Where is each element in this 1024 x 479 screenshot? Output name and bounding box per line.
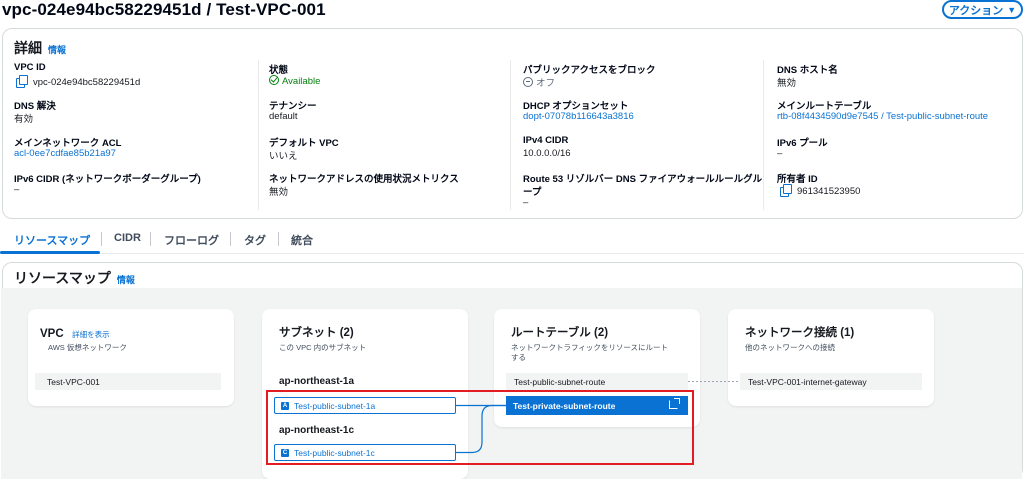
column-divider — [258, 60, 259, 210]
highlight-box — [266, 390, 694, 465]
route53-resolver-dns-firewall-value: – — [523, 197, 529, 208]
main-network-acl-label: メインネットワーク ACL — [14, 138, 122, 149]
vpc-id-value: vpc-024e94bc58229451d — [16, 75, 140, 88]
copy-icon[interactable] — [780, 184, 792, 197]
network-connections-column-title: ネットワーク接続 (1) — [745, 327, 855, 339]
network-address-usage-metrics-label: ネットワークアドレスの使用状況メトリクス — [269, 174, 459, 185]
actions-button-label: アクション — [948, 4, 1004, 17]
network-connections-column-subtitle: 他のネットワークへの接続 — [745, 343, 835, 352]
tab-separator — [230, 232, 231, 246]
copy-icon[interactable] — [16, 75, 28, 88]
page-title: vpc-024e94bc58229451d / Test-VPC-001 — [2, 0, 326, 19]
vpc-item[interactable]: Test-VPC-001 — [35, 373, 221, 390]
ipv4-cidr-value: 10.0.0.0/16 — [523, 148, 571, 159]
dns-resolution-label: DNS 解決 — [14, 101, 56, 112]
main-network-acl-link[interactable]: acl-0ee7cdfae85b21a97 — [14, 148, 116, 159]
internet-gateway-item[interactable]: Test-VPC-001-internet-gateway — [740, 373, 922, 390]
details-panel — [2, 28, 1023, 219]
owner-id-label: 所有者 ID — [777, 174, 818, 185]
block-public-access-text: オフ — [536, 78, 556, 89]
subnets-column-title: サブネット (2) — [279, 327, 354, 339]
dhcp-option-set-link[interactable]: dopt-07078b116643a3816 — [523, 111, 634, 122]
check-circle-icon — [269, 75, 279, 85]
subnets-column-subtitle: この VPC 内のサブネット — [279, 343, 367, 352]
tab-tags[interactable]: タグ — [244, 232, 266, 248]
dns-hostnames-label: DNS ホスト名 — [777, 65, 838, 76]
vpc-details-link[interactable]: 詳細を表示 — [72, 330, 110, 339]
minus-circle-icon — [523, 77, 533, 87]
route-tables-column-subtitle-cont: する — [511, 353, 526, 362]
vpc-id-label: VPC ID — [14, 62, 46, 73]
vpc-column-title: VPC — [40, 328, 64, 340]
caret-down-icon: ▼ — [1007, 4, 1017, 15]
tenancy-label: テナンシー — [269, 101, 317, 112]
tenancy-value: default — [269, 111, 298, 122]
details-title: 詳細 — [14, 40, 42, 56]
state-label: 状態 — [269, 65, 289, 76]
ipv6-pool-value: – — [777, 148, 783, 159]
tab-cidr[interactable]: CIDR — [114, 232, 141, 244]
dns-hostnames-value: 無効 — [777, 78, 797, 89]
state-value: Available — [269, 75, 320, 87]
route-tables-column-subtitle: ネットワークトラフィックをリソースにルート — [511, 343, 668, 352]
ipv6-cidr-label: IPv6 CIDR (ネットワークボーダーグループ) — [14, 174, 201, 185]
details-header: 詳細 情報 — [14, 38, 66, 58]
actions-button[interactable]: アクション ▼ — [942, 0, 1023, 19]
dns-resolution-value: 有効 — [14, 114, 34, 125]
tab-separator — [278, 232, 279, 246]
column-divider — [510, 60, 511, 210]
route-tables-column-title: ルートテーブル (2) — [511, 327, 609, 339]
tab-separator — [150, 232, 151, 246]
route53-resolver-dns-firewall-label-cont: ープ — [523, 187, 542, 198]
active-tab-indicator — [0, 251, 100, 254]
network-address-usage-metrics-value: 無効 — [269, 187, 289, 198]
block-public-access-value: オフ — [523, 75, 555, 89]
owner-id-text: 961341523950 — [797, 186, 861, 197]
tab-separator — [101, 232, 102, 246]
route-table-item-public[interactable]: Test-public-subnet-route — [506, 373, 688, 390]
tab-flow-logs[interactable]: フローログ — [164, 232, 219, 248]
default-vpc-label: デフォルト VPC — [269, 138, 339, 149]
route53-resolver-dns-firewall-label: Route 53 リゾルバー DNS ファイアウォールルールグル — [523, 174, 763, 185]
default-vpc-value: いいえ — [269, 151, 298, 162]
tabs-divider — [0, 253, 1024, 254]
block-public-access-label: パブリックアクセスをブロック — [523, 65, 656, 76]
main-route-table-link[interactable]: rtb-08f4434590d9e7545 / Test-public-subn… — [777, 111, 988, 122]
owner-id-value: 961341523950 — [780, 184, 860, 197]
state-text: Available — [282, 76, 321, 87]
resource-map-title: リソースマップ — [14, 270, 111, 286]
vpc-id-text: vpc-024e94bc58229451d — [33, 77, 141, 88]
tab-resource-map[interactable]: リソースマップ — [14, 232, 90, 248]
vpc-column-subtitle: AWS 仮想ネットワーク — [48, 343, 127, 352]
dhcp-option-set-label: DHCP オプションセット — [523, 101, 629, 112]
vpc-column-header: VPC 詳細を表示 — [40, 324, 110, 342]
tab-integrations[interactable]: 統合 — [291, 232, 313, 248]
details-info-link[interactable]: 情報 — [48, 45, 66, 55]
resource-map-header: リソースマップ 情報 — [14, 268, 135, 288]
ipv6-pool-label: IPv6 プール — [777, 138, 828, 149]
ipv4-cidr-label: IPv4 CIDR — [523, 135, 569, 146]
az-label-1a: ap-northeast-1a — [279, 376, 355, 387]
resource-map-info-link[interactable]: 情報 — [117, 275, 135, 285]
ipv6-cidr-value: – — [14, 184, 20, 195]
column-divider — [763, 60, 764, 210]
main-route-table-label: メインルートテーブル — [777, 101, 872, 112]
